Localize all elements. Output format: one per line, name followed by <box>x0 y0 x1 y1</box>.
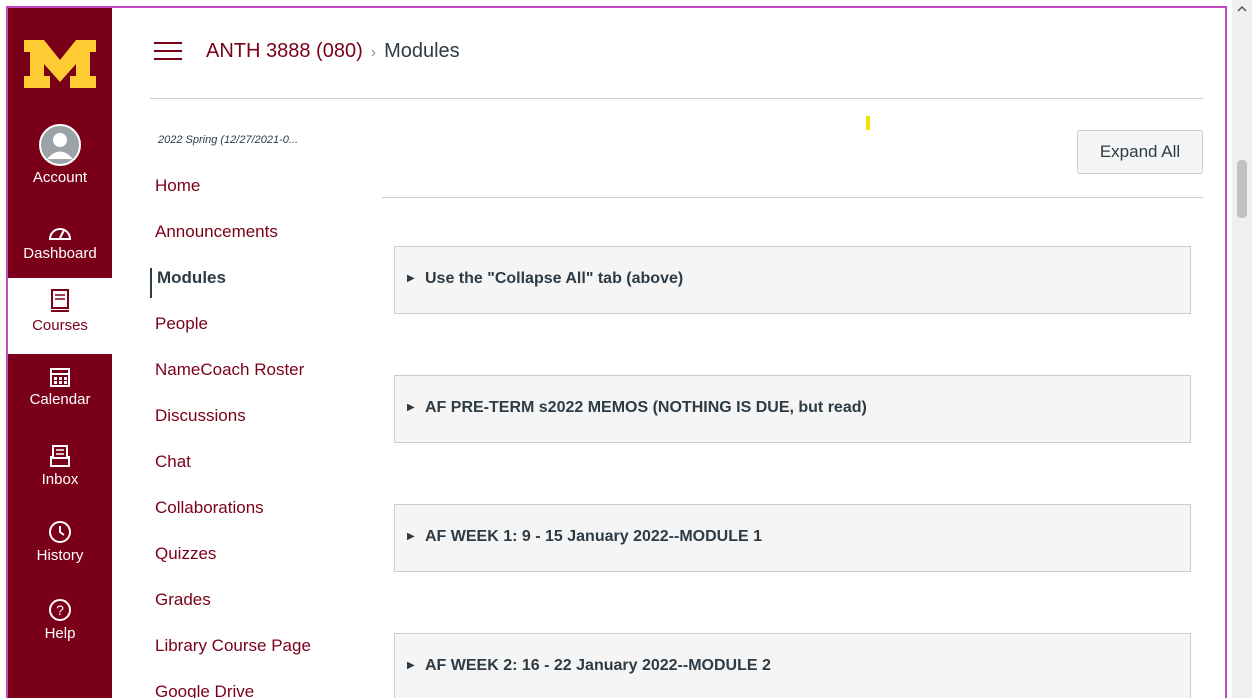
course-nav-announcements[interactable]: Announcements <box>155 222 278 242</box>
breadcrumb-current: Modules <box>384 40 460 62</box>
global-nav-account[interactable]: Account <box>8 124 112 186</box>
module-header[interactable]: ▶ Use the "Collapse All" tab (above) <box>394 246 1191 314</box>
history-icon <box>49 521 71 543</box>
global-nav-dashboard[interactable]: Dashboard <box>8 220 112 262</box>
course-nav-google-drive[interactable]: Google Drive <box>155 682 254 698</box>
global-nav-label: Calendar <box>29 391 91 408</box>
global-nav-label: Inbox <box>41 471 79 488</box>
course-nav-quizzes[interactable]: Quizzes <box>155 544 216 564</box>
expand-triangle-icon: ▶ <box>407 531 415 542</box>
global-nav-label: Account <box>32 169 88 186</box>
course-nav-namecoach-roster[interactable]: NameCoach Roster <box>155 360 304 380</box>
modules-main: Expand All ▶ Use the "Collapse All" tab … <box>382 98 1203 698</box>
expand-all-button[interactable]: Expand All <box>1077 130 1203 174</box>
inbox-icon <box>50 445 70 467</box>
course-nav-collaborations[interactable]: Collaborations <box>155 498 264 518</box>
course-nav-discussions[interactable]: Discussions <box>155 406 246 426</box>
breadcrumb-course-link[interactable]: ANTH 3888 (080) <box>206 40 363 62</box>
divider <box>382 197 1203 198</box>
global-nav-label: Help <box>44 625 76 642</box>
expand-triangle-icon: ▶ <box>407 660 415 671</box>
global-nav-calendar[interactable]: Calendar <box>8 366 112 408</box>
help-icon: ? <box>49 599 71 621</box>
course-nav-library-course-page[interactable]: Library Course Page <box>155 636 311 656</box>
course-nav-modules[interactable]: Modules <box>150 268 226 298</box>
global-nav-label: History <box>36 547 84 564</box>
expand-triangle-icon: ▶ <box>407 273 415 284</box>
course-nav-grades[interactable]: Grades <box>155 590 211 610</box>
scroll-up-arrow-icon[interactable] <box>1235 2 1249 16</box>
global-nav: Account Dashboard Courses Calendar Inbox… <box>8 8 112 698</box>
browser-window: Account Dashboard Courses Calendar Inbox… <box>6 6 1227 698</box>
course-nav-chat[interactable]: Chat <box>155 452 191 472</box>
course-nav-people[interactable]: People <box>155 314 208 334</box>
calendar-icon <box>50 368 70 387</box>
university-logo[interactable] <box>22 38 98 90</box>
breadcrumb: ANTH 3888 (080) › Modules <box>206 40 460 63</box>
expand-triangle-icon: ▶ <box>407 402 415 413</box>
module-header[interactable]: ▶ AF WEEK 2: 16 - 22 January 2022--MODUL… <box>394 633 1191 698</box>
content-area: ANTH 3888 (080) › Modules 2022 Spring (12/… <box>112 8 1225 698</box>
global-nav-courses[interactable]: Courses <box>8 278 112 354</box>
hamburger-menu-icon[interactable] <box>154 42 182 62</box>
module-title: AF WEEK 1: 9 - 15 January 2022--MODULE 1 <box>425 528 762 545</box>
breadcrumb-separator: › <box>370 44 377 61</box>
term-label: 2022 Spring (12/27/2021-0... <box>158 134 299 146</box>
module-header[interactable]: ▶ AF WEEK 1: 9 - 15 January 2022--MODULE… <box>394 504 1191 572</box>
global-nav-help[interactable]: ? Help <box>8 598 112 642</box>
global-nav-label: Courses <box>32 317 88 334</box>
global-nav-label: Dashboard <box>23 245 97 262</box>
scrollbar-thumb[interactable] <box>1237 160 1247 218</box>
module-title: AF PRE-TERM s2022 MEMOS (NOTHING IS DUE,… <box>425 399 867 416</box>
global-nav-history[interactable]: History <box>8 520 112 564</box>
courses-icon <box>51 289 69 312</box>
svg-text:?: ? <box>56 602 64 618</box>
vertical-scrollbar[interactable] <box>1232 0 1252 698</box>
dashboard-icon <box>48 228 72 240</box>
account-icon <box>39 124 81 166</box>
course-nav-home[interactable]: Home <box>155 176 200 196</box>
module-title: Use the "Collapse All" tab (above) <box>425 270 684 287</box>
module-header[interactable]: ▶ AF PRE-TERM s2022 MEMOS (NOTHING IS DU… <box>394 375 1191 443</box>
module-title: AF WEEK 2: 16 - 22 January 2022--MODULE … <box>425 657 771 674</box>
page-header: ANTH 3888 (080) › Modules <box>150 8 1203 99</box>
cursor-highlight-mark <box>866 116 870 130</box>
global-nav-inbox[interactable]: Inbox <box>8 444 112 488</box>
